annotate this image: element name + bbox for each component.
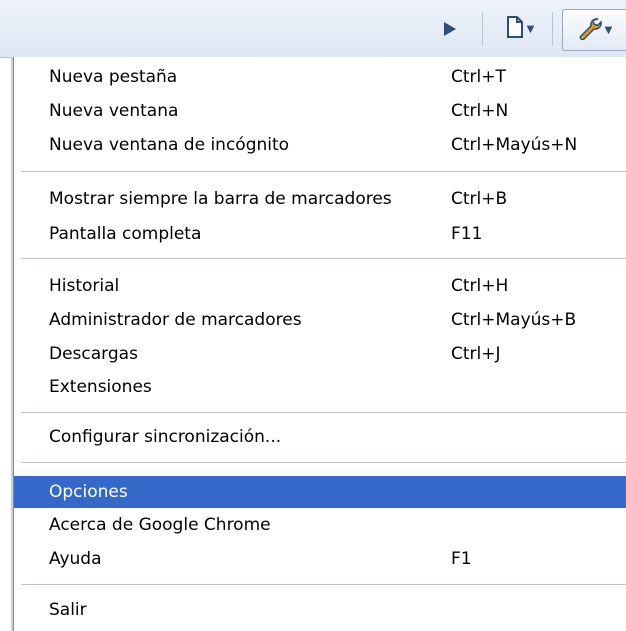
menu-item-label: Opciones xyxy=(49,482,128,502)
chevron-down-icon: ▼ xyxy=(526,23,535,35)
page-menu-button[interactable]: ▼ xyxy=(496,13,544,45)
menu-item-full-screen[interactable]: Pantalla completa F11 xyxy=(14,218,626,250)
menu-item-help[interactable]: Ayuda F1 xyxy=(14,543,626,575)
wrench-icon xyxy=(578,16,602,44)
menu-item-label: Pantalla completa xyxy=(49,224,202,244)
menu-separator xyxy=(21,258,626,260)
menu-separator xyxy=(21,584,626,586)
menu-item-shortcut: Ctrl+N xyxy=(451,101,509,121)
menu-item-setup-sync[interactable]: Configurar sincronización... xyxy=(14,421,626,453)
wrench-dropdown-menu: Nueva pestaña Ctrl+T Nueva ventana Ctrl+… xyxy=(13,57,626,631)
menu-item-exit[interactable]: Salir xyxy=(14,594,626,626)
menu-item-label: Ayuda xyxy=(49,549,102,569)
menu-item-label: Configurar sincronización... xyxy=(49,427,282,447)
menu-item-about-chrome[interactable]: Acerca de Google Chrome xyxy=(14,509,626,541)
menu-item-label: Mostrar siempre la barra de marcadores xyxy=(49,189,392,209)
menu-item-label: Salir xyxy=(49,600,87,620)
menu-item-label: Descargas xyxy=(49,344,138,364)
menu-item-new-tab[interactable]: Nueva pestaña Ctrl+T xyxy=(14,61,626,93)
menu-separator xyxy=(21,462,626,464)
menu-item-shortcut: Ctrl+Mayús+B xyxy=(451,310,577,330)
menu-item-shortcut: Ctrl+Mayús+N xyxy=(451,135,578,155)
menu-item-downloads[interactable]: Descargas Ctrl+J xyxy=(14,338,626,370)
toolbar-separator xyxy=(552,12,553,46)
menu-item-shortcut: F11 xyxy=(451,224,483,244)
menu-item-shortcut: Ctrl+T xyxy=(451,67,506,87)
menu-item-new-incognito-window[interactable]: Nueva ventana de incógnito Ctrl+Mayús+N xyxy=(14,129,626,161)
menu-item-new-window[interactable]: Nueva ventana Ctrl+N xyxy=(14,95,626,127)
menu-item-label: Acerca de Google Chrome xyxy=(49,515,271,535)
menu-separator xyxy=(21,412,626,414)
menu-item-label: Nueva ventana xyxy=(49,101,179,121)
menu-item-shortcut: Ctrl+J xyxy=(451,344,501,364)
browser-toolbar: ▼ ▼ xyxy=(0,0,626,58)
menu-item-bookmark-manager[interactable]: Administrador de marcadores Ctrl+Mayús+B xyxy=(14,304,626,336)
toolbar-separator xyxy=(482,12,483,46)
wrench-menu-button[interactable]: ▼ xyxy=(562,9,626,51)
menu-item-label: Nueva ventana de incógnito xyxy=(49,135,290,155)
menu-item-label: Nueva pestaña xyxy=(49,67,178,87)
menu-item-always-show-bookmarks-bar[interactable]: Mostrar siempre la barra de marcadores C… xyxy=(14,183,626,215)
menu-item-shortcut: Ctrl+H xyxy=(451,276,509,296)
menu-item-extensions[interactable]: Extensiones xyxy=(14,371,626,403)
menu-item-history[interactable]: Historial Ctrl+H xyxy=(14,270,626,302)
menu-item-options[interactable]: Opciones xyxy=(14,476,626,508)
menu-item-label: Historial xyxy=(49,276,120,296)
menu-separator xyxy=(21,171,626,173)
play-icon[interactable] xyxy=(438,13,462,45)
page-icon xyxy=(506,16,524,42)
menu-item-label: Administrador de marcadores xyxy=(49,310,302,330)
chevron-down-icon: ▼ xyxy=(604,24,613,36)
menu-item-shortcut: Ctrl+B xyxy=(451,189,508,209)
menu-item-label: Extensiones xyxy=(49,377,152,397)
menu-item-shortcut: F1 xyxy=(451,549,472,569)
